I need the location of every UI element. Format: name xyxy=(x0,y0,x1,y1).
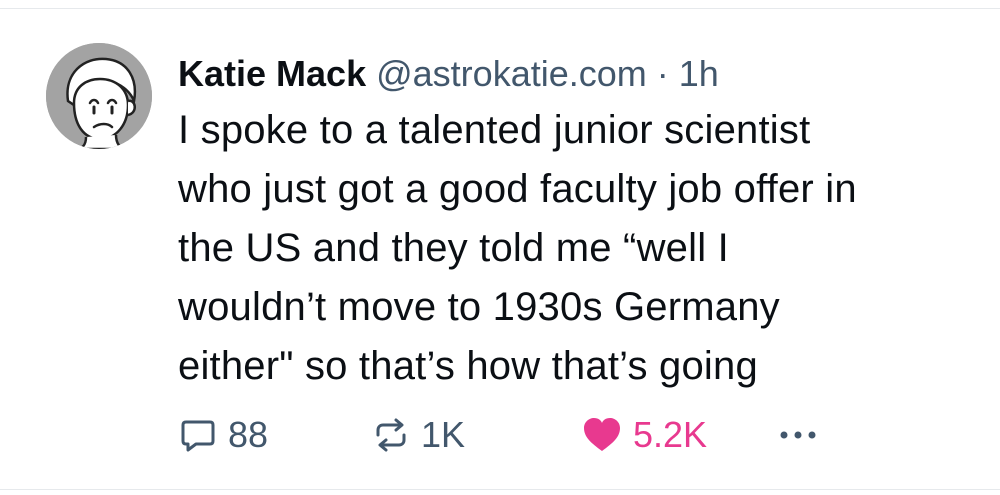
post-text-line: wouldn’t move to 1930s Germany xyxy=(178,285,780,329)
post-text: I spoke to a talented junior scientist w… xyxy=(178,101,978,396)
author-handle[interactable]: @astrokatie.com xyxy=(376,53,647,94)
post-text-line: either" so that’s how that’s going xyxy=(178,344,758,388)
ellipsis-icon xyxy=(780,431,816,439)
heart-icon xyxy=(584,418,620,451)
repost-arrows-icon xyxy=(376,418,406,452)
post-text-line: who just got a good faculty job offer in xyxy=(178,167,857,211)
repost-count: 1K xyxy=(421,414,466,455)
more-options-button[interactable] xyxy=(776,412,820,458)
reply-button[interactable]: 88 xyxy=(178,412,268,458)
speech-bubble-icon xyxy=(181,420,215,452)
reply-count: 88 xyxy=(228,414,269,455)
author-display-name[interactable]: Katie Mack xyxy=(178,53,366,94)
header-separator: · xyxy=(656,53,669,94)
post-content: Katie Mack @astrokatie.com · 1h I spoke … xyxy=(178,52,978,396)
post-header: Katie Mack @astrokatie.com · 1h xyxy=(178,52,978,96)
like-button[interactable]: 5.2K xyxy=(581,412,707,458)
avatar-illustration xyxy=(46,43,152,149)
like-count: 5.2K xyxy=(633,414,708,455)
post-actions: 88 1K 5.2K xyxy=(178,412,838,458)
post-text-line: I spoke to a talented junior scientist xyxy=(178,108,811,152)
post-card: Katie Mack @astrokatie.com · 1h I spoke … xyxy=(0,0,1000,495)
post-timestamp[interactable]: 1h xyxy=(679,53,719,94)
bottom-divider xyxy=(0,489,1000,490)
repost-button[interactable]: 1K xyxy=(371,412,465,458)
avatar[interactable] xyxy=(46,43,152,149)
post-text-line: the US and they told me “well I xyxy=(178,226,729,270)
